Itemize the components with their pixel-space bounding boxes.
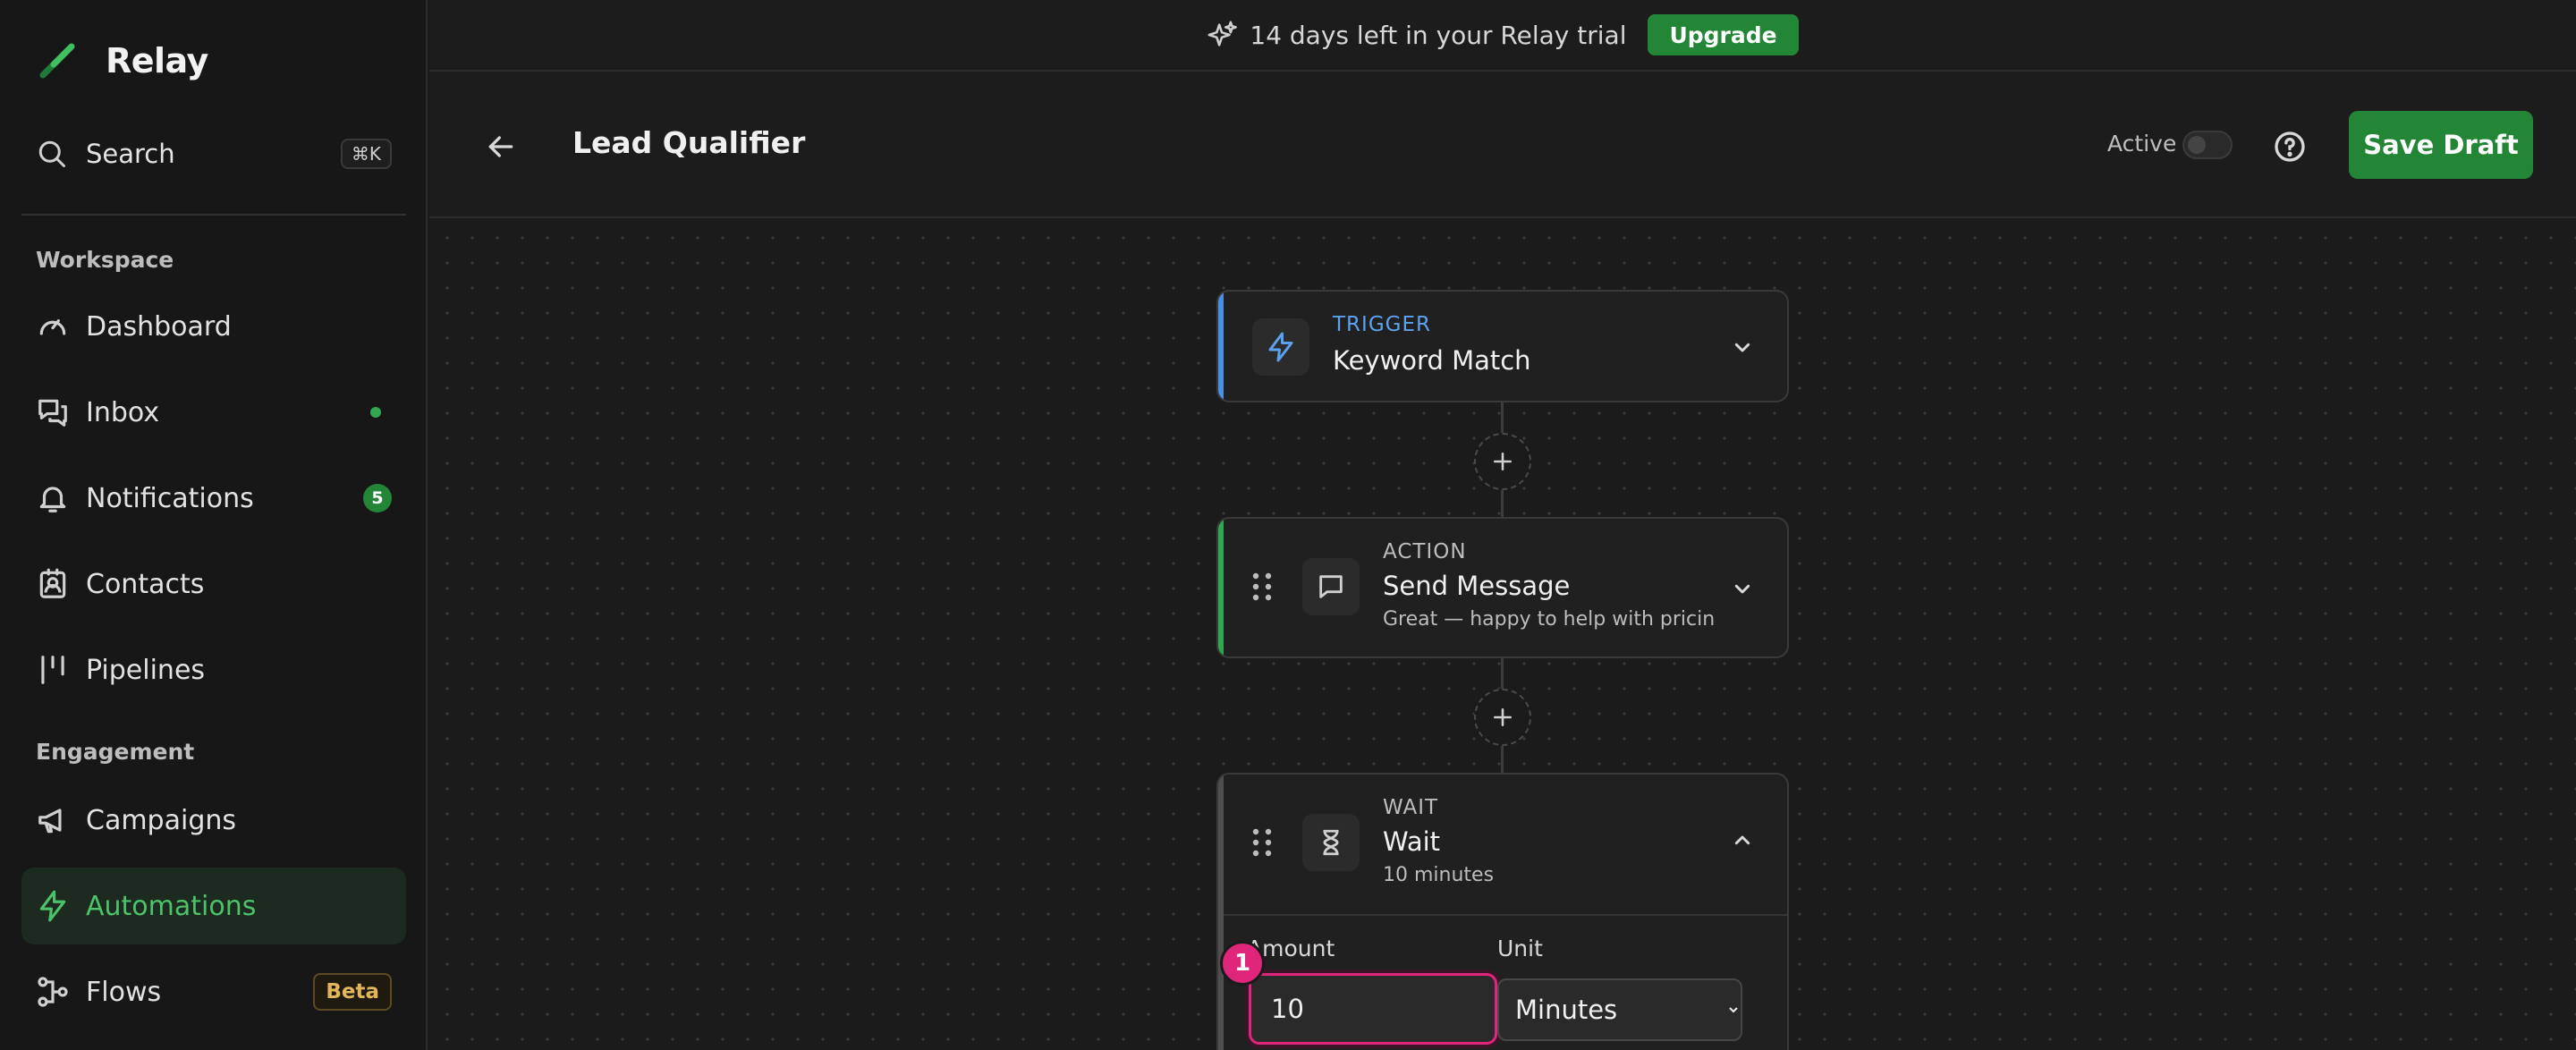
node-title: Wait [1383, 826, 1441, 857]
sidebar-item-label: Campaigns [86, 804, 237, 836]
plus-icon [1494, 453, 1512, 470]
plus-icon [1494, 708, 1512, 726]
notifications-count-badge: 5 [363, 484, 392, 512]
inbox-icon [38, 399, 67, 427]
unit-select[interactable]: Minutes [1497, 978, 1742, 1041]
search-icon [38, 140, 65, 167]
add-step-button[interactable] [1474, 689, 1531, 746]
sidebar-item-notifications[interactable]: Notifications 5 [21, 460, 406, 537]
sidebar-item-automations[interactable]: Automations [21, 868, 406, 944]
sidebar-item-pipelines[interactable]: Pipelines [21, 631, 406, 708]
sidebar-item-flows[interactable]: Flows Beta [21, 953, 406, 1030]
wait-node-card[interactable]: WAIT Wait 10 minutes Amount Unit Minutes [1216, 773, 1789, 1050]
search-button[interactable]: Search ⌘K [36, 131, 394, 177]
beta-badge: Beta [313, 973, 392, 1011]
node-subtitle: 10 minutes [1383, 864, 1495, 886]
page-header: Lead Qualifier Active Save Draft [429, 73, 2576, 218]
node-title: Keyword Match [1333, 345, 1531, 376]
search-shortcut: ⌘K [340, 139, 392, 169]
sidebar-divider [21, 214, 406, 216]
sidebar: Relay Search ⌘K Workspace Dashboard Inbo… [0, 0, 428, 1050]
card-icon-box [1252, 318, 1309, 376]
bell-icon [39, 487, 66, 512]
node-type-label: WAIT [1383, 796, 1439, 819]
message-icon [1319, 575, 1343, 598]
sidebar-item-label: Dashboard [86, 310, 232, 343]
sparkles-icon [1208, 21, 1238, 47]
amount-input[interactable] [1249, 973, 1497, 1045]
trial-banner-text: 14 days left in your Relay trial [1250, 20, 1627, 50]
megaphone-icon [38, 809, 62, 834]
sidebar-item-dashboard[interactable]: Dashboard [21, 288, 406, 365]
sidebar-item-label: Flows [86, 976, 162, 1008]
pipeline-icon [41, 656, 64, 684]
drag-handle-icon[interactable] [1250, 572, 1275, 601]
relay-logo-icon [39, 43, 75, 79]
section-label-workspace: Workspace [36, 247, 174, 273]
unread-dot [370, 407, 381, 418]
gauge-icon [39, 319, 66, 335]
page-title: Lead Qualifier [572, 125, 806, 160]
flow-canvas[interactable]: TRIGGER Keyword Match ACTION Send Messag… [429, 220, 2576, 1050]
sidebar-item-label: Inbox [86, 396, 160, 428]
trigger-node-card[interactable]: TRIGGER Keyword Match [1216, 290, 1789, 402]
action-node-card[interactable]: ACTION Send Message Great — happy to hel… [1216, 517, 1789, 658]
sidebar-item-label: Contacts [86, 568, 205, 600]
card-icon-box [1302, 558, 1360, 615]
search-label: Search [86, 139, 175, 169]
sidebar-item-campaigns[interactable]: Campaigns [21, 782, 406, 859]
trial-banner: 14 days left in your Relay trial Upgrade [429, 0, 2576, 72]
node-type-label: TRIGGER [1333, 313, 1431, 336]
hourglass-icon [1323, 829, 1339, 856]
lightning-icon [39, 890, 66, 922]
active-label: Active [2107, 131, 2177, 157]
flow-icon [38, 977, 68, 1007]
drag-handle-icon[interactable] [1250, 828, 1275, 857]
card-accent [1218, 292, 1224, 401]
brand[interactable]: Relay [36, 36, 208, 86]
toggle-knob [2188, 136, 2206, 154]
card-accent [1218, 519, 1224, 656]
lightning-icon [1268, 332, 1293, 362]
step-marker-badge: 1 [1220, 941, 1265, 986]
card-icon-box [1302, 814, 1360, 871]
section-label-engagement: Engagement [36, 739, 195, 765]
sidebar-item-label: Automations [86, 890, 257, 922]
sidebar-item-contacts[interactable]: Contacts [21, 546, 406, 622]
chevron-down-icon[interactable] [1728, 333, 1757, 361]
chevron-down-icon[interactable] [1728, 574, 1757, 603]
chevron-up-icon[interactable] [1728, 826, 1757, 855]
sidebar-item-inbox[interactable]: Inbox [21, 374, 406, 451]
card-accent [1218, 775, 1224, 1050]
back-arrow-icon[interactable] [483, 129, 519, 165]
unit-label: Unit [1497, 936, 1543, 961]
node-title: Send Message [1383, 571, 1571, 601]
node-type-label: ACTION [1383, 540, 1467, 563]
sidebar-item-label: Pipelines [86, 654, 206, 686]
contact-card-icon [39, 568, 66, 598]
node-subtitle: Great — happy to help with pricing! ... [1383, 608, 1714, 631]
help-icon[interactable] [2272, 129, 2308, 165]
active-toggle[interactable] [2182, 131, 2233, 159]
card-divider [1224, 914, 1787, 916]
add-step-button[interactable] [1474, 433, 1531, 490]
brand-name: Relay [106, 41, 208, 80]
upgrade-button[interactable]: Upgrade [1648, 14, 1799, 55]
save-draft-button[interactable]: Save Draft [2349, 111, 2533, 179]
sidebar-item-label: Notifications [86, 482, 254, 514]
